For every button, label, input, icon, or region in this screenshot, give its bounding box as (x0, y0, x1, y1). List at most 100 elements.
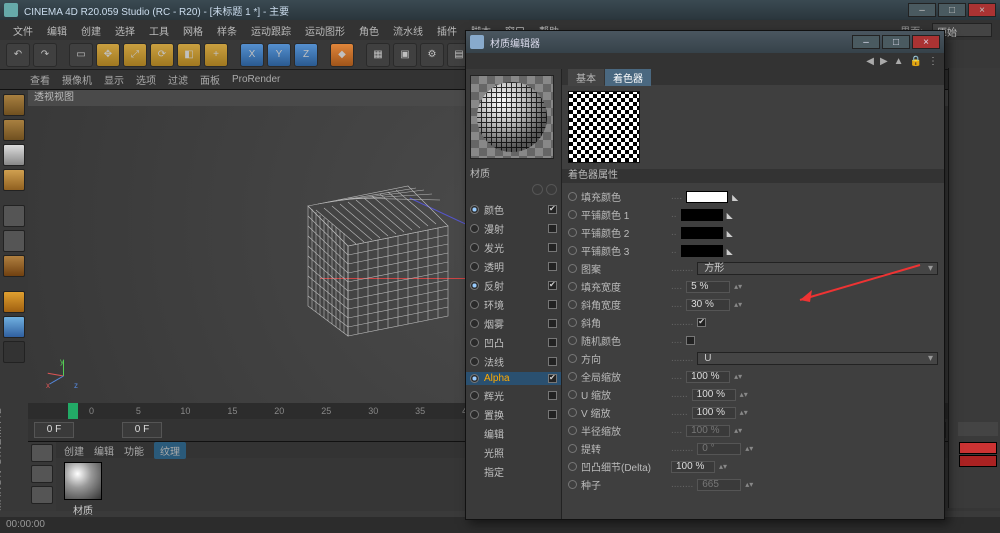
menu-file[interactable]: 文件 (8, 21, 38, 40)
current-frame-field[interactable]: 0 F (122, 422, 162, 438)
bevel-checkbox[interactable] (697, 318, 706, 327)
channel-assign[interactable]: 指定 (470, 463, 557, 480)
nav-back-button[interactable]: ◀ (866, 56, 874, 67)
channel-editor[interactable]: 编辑 (470, 425, 557, 442)
channel-displacement[interactable]: 置换 (470, 406, 557, 423)
point-mode-button[interactable] (3, 205, 25, 227)
nav-forward-button[interactable]: ▶ (880, 56, 888, 67)
mat-layout-button[interactable] (31, 444, 53, 462)
menu-spline[interactable]: 样条 (212, 21, 242, 40)
global-scale-field[interactable]: 100 % (686, 371, 730, 383)
redo-button[interactable]: ↷ (33, 43, 57, 67)
menu-mesh[interactable]: 网格 (178, 21, 208, 40)
material-thumbnail[interactable]: 材质 (60, 462, 106, 517)
nav-lock-icon[interactable]: 🔒 (910, 56, 922, 67)
x-axis-toggle[interactable]: X (240, 43, 264, 67)
nav-up-button[interactable]: ▲ (894, 56, 904, 67)
tile2-swatch[interactable] (681, 227, 723, 239)
seed-field[interactable]: 665 (697, 479, 741, 491)
menu-motiontracking[interactable]: 运动跟踪 (246, 21, 296, 40)
window-close-button[interactable]: × (968, 3, 996, 17)
render-view-button[interactable]: ▦ (366, 43, 390, 67)
mat-tab-function[interactable]: 功能 (124, 443, 144, 458)
render-settings-button[interactable]: ⚙ (420, 43, 444, 67)
color-swatch-2[interactable] (959, 455, 997, 467)
brush-icon[interactable] (958, 422, 998, 436)
window-maximize-button[interactable]: □ (938, 3, 966, 17)
menu-plugins[interactable]: 插件 (432, 21, 462, 40)
coord-system-button[interactable]: ◆ (330, 43, 354, 67)
channel-diffuse[interactable]: 漫射 (470, 220, 557, 237)
channel-alpha[interactable]: Alpha (466, 372, 561, 385)
bevel-width-field[interactable]: 30 % (686, 299, 730, 311)
y-axis-toggle[interactable]: Y (267, 43, 291, 67)
radius-scale-field[interactable]: 100 % (686, 425, 730, 437)
move-tool[interactable]: ✥ (96, 43, 120, 67)
menu-tools[interactable]: 工具 (144, 21, 174, 40)
channel-color[interactable]: 颜色 (470, 201, 557, 218)
dialog-titlebar[interactable]: 材质编辑器 – □ × (466, 31, 944, 53)
tile1-swatch[interactable] (681, 209, 723, 221)
material-preview[interactable] (470, 75, 554, 159)
u-scale-field[interactable]: 100 % (692, 389, 736, 401)
vp-filter[interactable]: 过滤 (168, 72, 188, 87)
vp-options[interactable]: 选项 (136, 72, 156, 87)
mat-filter-button[interactable] (31, 486, 53, 504)
twist-field[interactable]: 0 ° (697, 443, 741, 455)
tile-width-field[interactable]: 5 % (686, 281, 730, 293)
channel-illumination[interactable]: 光照 (470, 444, 557, 461)
vp-panel[interactable]: 面板 (200, 72, 220, 87)
render-region-button[interactable]: ▣ (393, 43, 417, 67)
mat-tab-texture[interactable]: 纹理 (154, 442, 186, 459)
tab-basic[interactable]: 基本 (568, 69, 604, 86)
dialog-close-button[interactable]: × (912, 35, 940, 49)
channel-environment[interactable]: 环境 (470, 296, 557, 313)
last-tool[interactable]: ◧ (177, 43, 201, 67)
dialog-minimize-button[interactable]: – (852, 35, 880, 49)
tab-shader[interactable]: 着色器 (605, 69, 651, 86)
mat-tab-edit[interactable]: 编辑 (94, 443, 114, 458)
direction-select[interactable]: U (697, 352, 938, 365)
channel-luminance[interactable]: 发光 (470, 239, 557, 256)
vp-prorender[interactable]: ProRender (232, 74, 280, 85)
preview-mode-1-icon[interactable] (532, 184, 543, 195)
delta-field[interactable]: 100 % (671, 461, 715, 473)
shader-preview[interactable] (568, 91, 640, 163)
tweak-mode-button[interactable] (3, 316, 25, 338)
mat-lock-button[interactable] (31, 465, 53, 483)
rotate-tool[interactable]: ⟳ (150, 43, 174, 67)
vp-display[interactable]: 显示 (104, 72, 124, 87)
enable-axis-button[interactable] (3, 291, 25, 313)
preview-mode-2-icon[interactable] (546, 184, 557, 195)
channel-fog[interactable]: 烟雾 (470, 315, 557, 332)
polygon-mode-button[interactable] (3, 255, 25, 277)
tile3-swatch[interactable] (681, 245, 723, 257)
vp-camera[interactable]: 摄像机 (62, 72, 92, 87)
select-tool[interactable]: ▭ (69, 43, 93, 67)
model-mode-button[interactable] (3, 94, 25, 116)
texture-mode-button[interactable] (3, 144, 25, 166)
color-picker-icon[interactable]: ◣ (732, 193, 740, 201)
channel-bump[interactable]: 凹凸 (470, 334, 557, 351)
start-frame-field[interactable]: 0 F (34, 422, 74, 438)
channel-reflection[interactable]: 反射 (470, 277, 557, 294)
workplane-button[interactable] (3, 169, 25, 191)
locked-tool[interactable]: + (204, 43, 228, 67)
playhead-icon[interactable] (68, 403, 78, 419)
random-color-checkbox[interactable] (686, 336, 695, 345)
channel-transparency[interactable]: 透明 (470, 258, 557, 275)
vp-view[interactable]: 查看 (30, 72, 50, 87)
mat-tab-create[interactable]: 创建 (64, 443, 84, 458)
menu-edit[interactable]: 编辑 (42, 21, 72, 40)
menu-character[interactable]: 角色 (354, 21, 384, 40)
object-mode-button[interactable] (3, 119, 25, 141)
channel-glow[interactable]: 辉光 (470, 387, 557, 404)
menu-select[interactable]: 选择 (110, 21, 140, 40)
scale-tool[interactable]: ⤢ (123, 43, 147, 67)
channel-normal[interactable]: 法线 (470, 353, 557, 370)
edge-mode-button[interactable] (3, 230, 25, 252)
menu-mograph[interactable]: 运动图形 (300, 21, 350, 40)
menu-create[interactable]: 创建 (76, 21, 106, 40)
color-swatch-1[interactable] (959, 442, 997, 454)
window-minimize-button[interactable]: – (908, 3, 936, 17)
